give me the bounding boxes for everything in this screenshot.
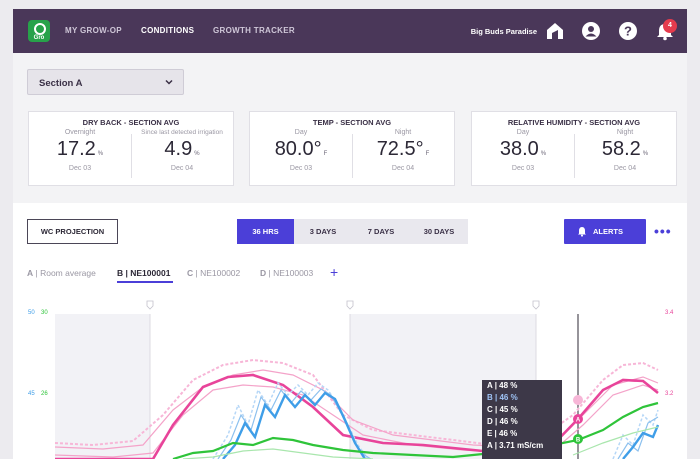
metric-value-number: 58.2 (601, 138, 641, 160)
tab-label: Room average (40, 268, 96, 278)
range-7-days[interactable]: 7 DAYS (352, 219, 410, 244)
add-sensor-icon[interactable]: + (330, 264, 338, 280)
tab-letter: B (117, 268, 124, 278)
range-36-hrs[interactable]: 36 HRS (237, 219, 294, 244)
gro-logo[interactable]: Gro (28, 20, 50, 42)
tab-letter: C (187, 268, 194, 278)
metric-sub: Night (616, 129, 634, 136)
logo-text: Gro (33, 35, 45, 41)
irrigation-markers (146, 300, 540, 310)
tab-label: NE100002 (200, 268, 241, 278)
metric-unit: % (540, 151, 547, 157)
tooltip-row: C | 45 % (487, 405, 518, 414)
tooltip-row: D | 46 % (487, 417, 518, 426)
metric-value: 4.9% (131, 138, 233, 161)
wc-projection-button[interactable]: WC PROJECTION (27, 219, 118, 244)
section-select[interactable]: Section A (27, 69, 184, 95)
metric-overnight: Overnight 17.2% Dec 03 (29, 128, 131, 183)
notification-badge[interactable]: 4 (663, 19, 677, 33)
dry-back-card: DRY BACK - SECTION AVG Overnight 17.2% D… (28, 111, 234, 186)
metric-night: Night 72.5° F Dec 04 (352, 128, 454, 183)
card-title: RELATIVE HUMIDITY - SECTION AVG (507, 118, 641, 127)
metric-date: Dec 04 (613, 165, 637, 172)
metric-value: 38.0% (472, 138, 574, 161)
humidity-card: RELATIVE HUMIDITY - SECTION AVG Day 38.0… (471, 111, 677, 186)
tooltip-row: B | 46 % (487, 393, 518, 402)
logo-mark (34, 23, 46, 35)
house-icon[interactable] (545, 21, 565, 41)
top-nav-bar: Gro MY GROW-OP CONDITIONS GROWTH TRACKER… (13, 9, 687, 53)
tab-ne100001[interactable]: B | NE100001 (117, 268, 170, 278)
tab-ne100003[interactable]: D | NE100003 (260, 268, 313, 278)
metric-unit: % (97, 151, 104, 157)
range-3-days[interactable]: 3 DAYS (294, 219, 352, 244)
metric-date: Dec 03 (511, 165, 535, 172)
chevron-down-icon (165, 79, 173, 85)
tab-letter: A (27, 268, 34, 278)
tooltip-row: A | 3.71 mS/cm (487, 441, 544, 450)
svg-text:?: ? (624, 24, 632, 39)
metric-sub: Day (294, 129, 308, 136)
tab-letter: D (260, 268, 267, 278)
metric-date: Dec 03 (289, 165, 313, 172)
metric-value: 58.2% (574, 138, 676, 161)
metric-date: Dec 03 (68, 165, 92, 172)
tooltip-row: A | 48 % (487, 381, 518, 390)
metric-sub: Night (394, 129, 412, 136)
facility-name[interactable]: Big Buds Paradise (471, 27, 537, 36)
temp-card: TEMP - SECTION AVG Day 80.0° F Dec 03 Nig… (249, 111, 455, 186)
night-band (55, 314, 150, 459)
metric-value-number: 80.0° (274, 138, 322, 160)
metric-date: Dec 04 (391, 165, 415, 172)
metric-value: 72.5° F (352, 138, 454, 161)
metric-sub: Since last detected irrigation (141, 129, 223, 136)
help-icon[interactable]: ? (618, 21, 638, 41)
nav-my-grow-op[interactable]: MY GROW-OP (65, 26, 122, 35)
card-title: DRY BACK - SECTION AVG (82, 118, 180, 127)
more-options-icon[interactable]: ••• (654, 223, 672, 239)
cursor-point-label: A (576, 418, 581, 424)
nav-conditions[interactable]: CONDITIONS (141, 26, 194, 35)
tab-room-average[interactable]: A | Room average (27, 268, 96, 278)
metric-night: Night 58.2% Dec 04 (574, 128, 676, 183)
metric-date: Dec 04 (170, 165, 194, 172)
conditions-chart[interactable]: A B (13, 295, 687, 459)
metric-sub: Day (516, 129, 530, 136)
tooltip-row: E | 46 % (487, 429, 518, 438)
metric-value-number: 4.9 (164, 138, 193, 160)
alerts-button[interactable]: ALERTS (564, 219, 646, 244)
tab-ne100002[interactable]: C | NE100002 (187, 268, 240, 278)
metric-unit: % (642, 151, 649, 157)
section-select-value: Section A (39, 78, 83, 89)
metric-unit: F (323, 151, 328, 157)
cursor-point (573, 395, 583, 405)
user-icon[interactable] (581, 21, 601, 41)
chart-tooltip: A | 48 % B | 46 % C | 45 % D | 46 % E | … (482, 380, 562, 459)
active-tab-indicator (117, 281, 173, 283)
metric-value-number: 38.0 (499, 138, 539, 160)
metric-day: Day 38.0% Dec 03 (472, 128, 574, 183)
range-30-days[interactable]: 30 DAYS (410, 219, 468, 244)
metric-value-number: 17.2 (56, 138, 96, 160)
metric-value-number: 72.5° (376, 138, 424, 160)
alerts-label: ALERTS (593, 227, 623, 236)
metric-unit: % (194, 151, 200, 157)
tab-label: NE100003 (273, 268, 314, 278)
nav-growth-tracker[interactable]: GROWTH TRACKER (213, 26, 295, 35)
metric-sub: Overnight (64, 129, 96, 136)
metric-unit: F (425, 151, 430, 157)
tab-label: NE100001 (130, 268, 171, 278)
cursor-point-label: B (576, 438, 581, 444)
bell-icon (578, 227, 586, 237)
card-title: TEMP - SECTION AVG (312, 118, 392, 127)
metric-day: Day 80.0° F Dec 03 (250, 128, 352, 183)
metric-value: 80.0° F (250, 138, 352, 161)
metric-value: 17.2% (29, 138, 131, 161)
metric-since-irrigation: Since last detected irrigation 4.9% Dec … (131, 128, 233, 183)
